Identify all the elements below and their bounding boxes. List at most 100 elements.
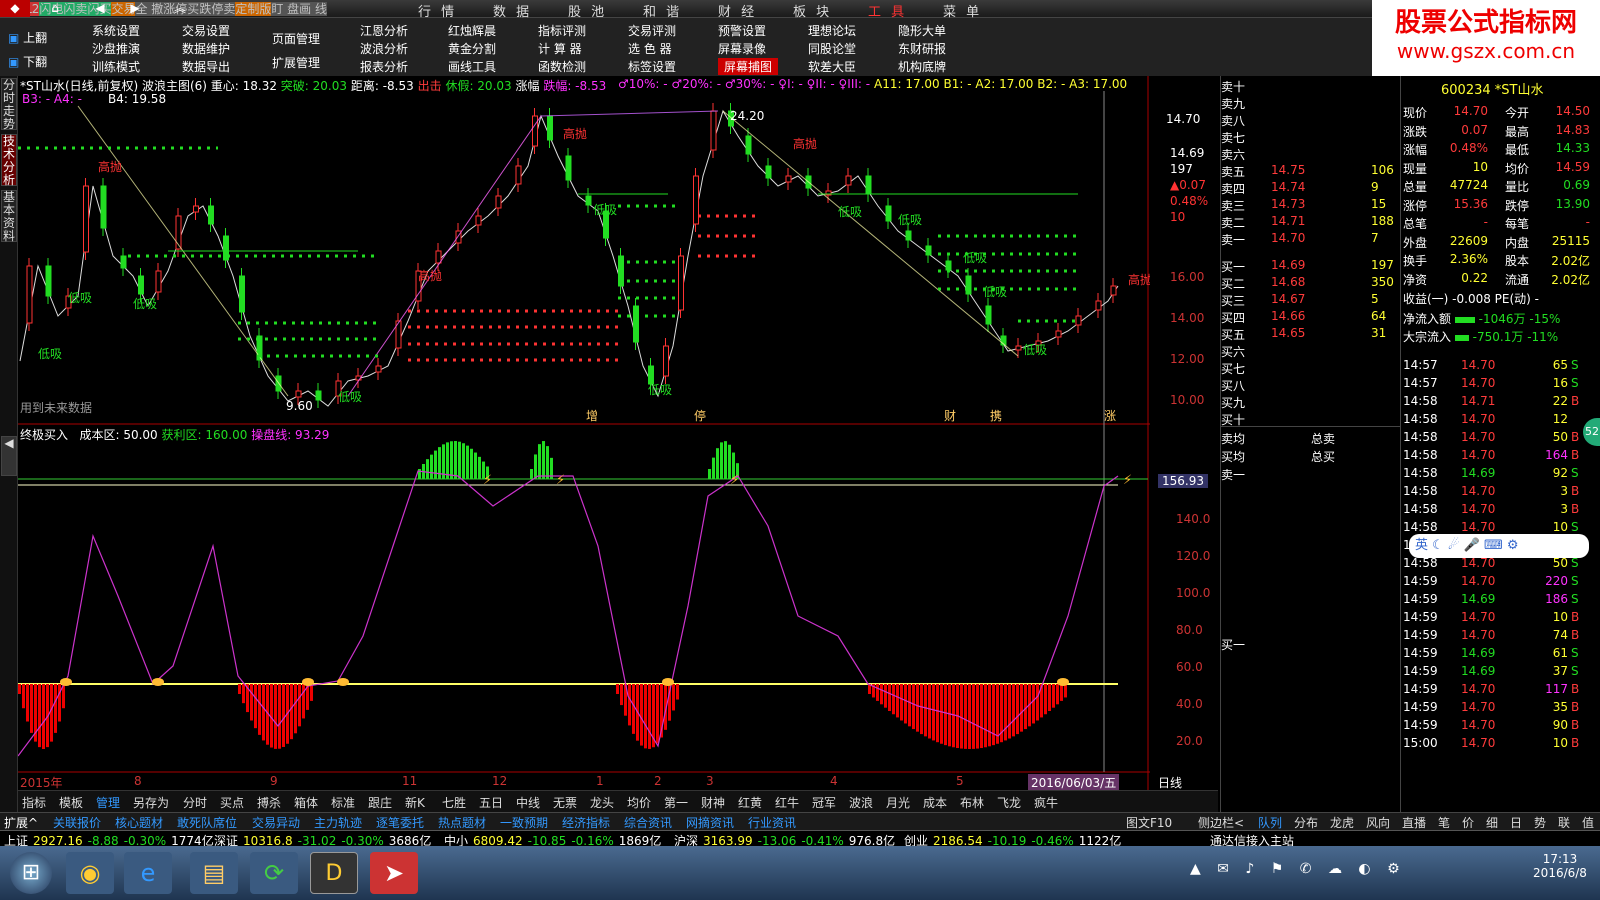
tool-tab-12[interactable]: 五日	[479, 794, 503, 811]
tool-tab-16[interactable]: 均价	[627, 794, 651, 811]
tab-fundamental[interactable]: 基本资料	[1, 190, 17, 243]
taskbar-app6-icon[interactable]: ➤	[370, 852, 418, 894]
back-icon[interactable]: ◀	[85, 0, 115, 17]
toolbar-btn-8-0[interactable]: 理想论坛	[808, 22, 856, 39]
tool-tab-1[interactable]: 模板	[59, 794, 83, 811]
toolbar-btn-7-2[interactable]: 屏幕捕图	[718, 58, 779, 75]
right-tab-6[interactable]: 直播	[1402, 814, 1426, 831]
top-pill-9[interactable]: 盯 盘	[271, 2, 300, 16]
tool-tab-19[interactable]: 红黄	[738, 794, 762, 811]
bottom-tab-6[interactable]: 逐笔委托	[376, 814, 424, 831]
toolbar-btn-3-1[interactable]: 波浪分析	[360, 40, 408, 57]
tool-tab-15[interactable]: 龙头	[590, 794, 614, 811]
toolbar-btn-0-0[interactable]: 系统设置	[92, 22, 140, 39]
toolbar-btn-1-0[interactable]: 交易设置	[182, 22, 230, 39]
forward-icon[interactable]: ▶	[120, 0, 150, 17]
right-tab-4[interactable]: 龙虎	[1330, 814, 1354, 831]
toolbar-btn-5-2[interactable]: 函数检测	[538, 58, 586, 75]
top-pill-7[interactable]: 跌停卖	[199, 2, 236, 16]
toolbar-btn-0-1[interactable]: 沙盘推演	[92, 40, 140, 57]
toolbar-btn-4-0[interactable]: 红烛辉晨	[448, 22, 496, 39]
ime-language[interactable]: 英	[1415, 538, 1428, 553]
tray-icons[interactable]: ▲ ✉ ♪ ⚑ ✆ ☁ ◐ ⚙	[1190, 861, 1406, 877]
start-button[interactable]: ⊞	[10, 852, 52, 894]
right-tab-11[interactable]: 势	[1534, 814, 1546, 831]
toolbar-btn-9-0[interactable]: 隐形大单	[898, 22, 946, 39]
right-tab-3[interactable]: 分布	[1294, 814, 1318, 831]
tool-tab-23[interactable]: 月光	[886, 794, 910, 811]
bottom-tab-2[interactable]: 核心题材	[115, 814, 163, 831]
tool-tab-9[interactable]: 跟庄	[368, 794, 392, 811]
bottom-tab-4[interactable]: 交易异动	[252, 814, 300, 831]
tool-tab-4[interactable]: 分时	[183, 794, 207, 811]
right-tab-9[interactable]: 细	[1486, 814, 1498, 831]
tool-tab-17[interactable]: 第一	[664, 794, 688, 811]
clock[interactable]: 17:13 2016/6/8	[1525, 852, 1595, 880]
bottom-tab-7[interactable]: 热点题材	[438, 814, 486, 831]
toolbar-btn-6-2[interactable]: 标签设置	[628, 58, 676, 75]
chart-area[interactable]: 高抛 低吸 高抛 低吸 低吸 低吸 高抛 低吸 低吸 低吸 低吸 高抛 低吸 低吸 低吸 高抛 24.20 9.6…	[17, 76, 1210, 812]
tool-tab-13[interactable]: 中线	[516, 794, 540, 811]
tool-tab-6[interactable]: 搏杀	[257, 794, 281, 811]
right-tab-2[interactable]: 队列	[1258, 814, 1282, 831]
bottom-tab-3[interactable]: 敢死队席位	[177, 814, 237, 831]
toolbar-btn-3-2[interactable]: 报表分析	[360, 58, 408, 75]
tool-tab-14[interactable]: 无票	[553, 794, 577, 811]
side-float-icon[interactable]: 52	[1583, 418, 1600, 446]
right-tab-12[interactable]: 联	[1558, 814, 1570, 831]
bottom-tab-8[interactable]: 一致预期	[500, 814, 548, 831]
toolbar-btn-5-1[interactable]: 计 算 器	[538, 40, 582, 57]
folder-icon[interactable]: ▤	[190, 852, 238, 894]
page-down-button[interactable]: ▣ 下翻	[8, 53, 47, 70]
bottom-tab-1[interactable]: 关联报价	[53, 814, 101, 831]
refresh-app-icon[interactable]: ⟳	[250, 852, 298, 894]
tool-tab-5[interactable]: 买点	[220, 794, 244, 811]
right-tab-1[interactable]: 侧边栏<	[1198, 814, 1244, 831]
toolbar-btn-7-1[interactable]: 屏幕录像	[718, 40, 766, 57]
right-tab-0[interactable]: 图文F10	[1126, 814, 1172, 831]
toolbar-btn-4-1[interactable]: 黄金分割	[448, 40, 496, 57]
collapse-left-icon[interactable]: ◀	[1, 436, 17, 476]
tool-tab-26[interactable]: 飞龙	[997, 794, 1021, 811]
bottom-tab-5[interactable]: 主力轨迹	[314, 814, 362, 831]
bottom-tab-0[interactable]: 扩展^	[4, 814, 38, 831]
page-up-button[interactable]: ▣ 上翻	[8, 29, 47, 46]
toolbar-btn-9-1[interactable]: 东财研报	[898, 40, 946, 57]
bottom-tab-12[interactable]: 行业资讯	[748, 814, 796, 831]
right-tab-5[interactable]: 风向	[1366, 814, 1390, 831]
tool-tab-0[interactable]: 指标	[22, 794, 46, 811]
toolbar-btn-1-2[interactable]: 数据导出	[182, 58, 230, 75]
tool-tab-11[interactable]: 七胜	[442, 794, 466, 811]
top-pill-10[interactable]: 画 线	[299, 2, 327, 16]
right-tab-10[interactable]: 日	[1510, 814, 1522, 831]
bottom-tab-9[interactable]: 经济指标	[562, 814, 610, 831]
toolbar-btn-1-1[interactable]: 数据维护	[182, 40, 230, 57]
tab-intraday[interactable]: 分时走势	[1, 78, 17, 131]
tool-tab-2[interactable]: 管理	[96, 794, 120, 811]
toolbar-btn-7-0[interactable]: 预警设置	[718, 22, 766, 39]
ime-toolbar[interactable]: 英 ☾ ☄ 🎤 ⌨ ⚙	[1409, 534, 1589, 558]
top-pill-8[interactable]: 定制版	[235, 2, 272, 16]
toolbar-btn-3-0[interactable]: 江恩分析	[360, 22, 408, 39]
tool-tab-20[interactable]: 红牛	[775, 794, 799, 811]
right-tab-7[interactable]: 笔	[1438, 814, 1450, 831]
tab-technical[interactable]: 技术分析	[1, 134, 17, 187]
tool-tab-27[interactable]: 疯牛	[1034, 794, 1058, 811]
toolbar-btn-0-2[interactable]: 训练模式	[92, 58, 140, 75]
kline-chart[interactable]: 高抛低吸高抛低吸低吸低吸高抛低吸低吸低吸低吸高抛低吸低吸低吸高抛24.209.6…	[17, 76, 1152, 812]
toolbar-btn-8-1[interactable]: 同股论堂	[808, 40, 856, 57]
bottom-tab-10[interactable]: 综合资讯	[624, 814, 672, 831]
right-tab-8[interactable]: 价	[1462, 814, 1474, 831]
tool-tab-18[interactable]: 财神	[701, 794, 725, 811]
toolbar-btn-9-2[interactable]: 机构底牌	[898, 58, 946, 75]
toolbar-btn-2-0[interactable]: 页面管理	[272, 30, 320, 47]
tool-tab-22[interactable]: 波浪	[849, 794, 873, 811]
toolbar-btn-6-0[interactable]: 交易评测	[628, 22, 676, 39]
app-logo-icon[interactable]: ◆	[0, 0, 30, 17]
tool-tab-8[interactable]: 标准	[331, 794, 355, 811]
toolbar-btn-8-2[interactable]: 软差大臣	[808, 58, 856, 75]
collapse-icon[interactable]: ︽	[165, 0, 195, 17]
home-icon[interactable]: ⌂	[40, 0, 70, 17]
bottom-tab-11[interactable]: 网摘资讯	[686, 814, 734, 831]
tool-tab-25[interactable]: 布林	[960, 794, 984, 811]
